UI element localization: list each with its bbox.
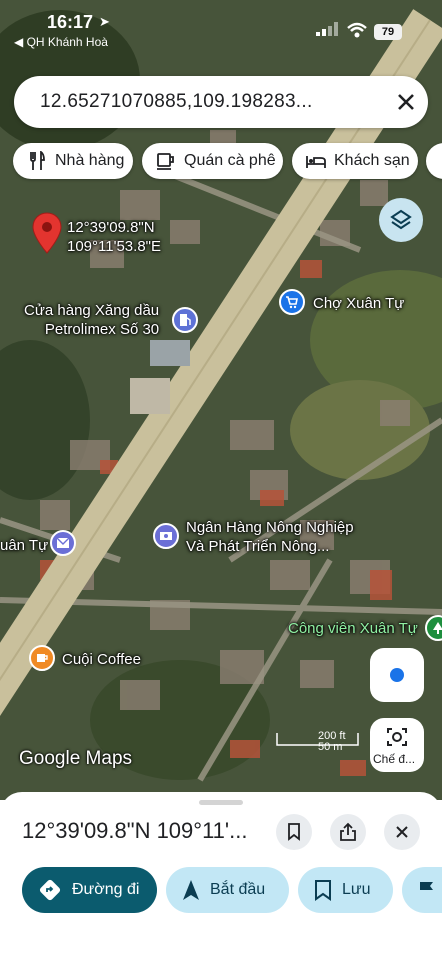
google-maps-logo: Google Maps [19,748,133,769]
navigation-arrow-icon [183,880,199,900]
chip-more[interactable] [426,143,442,179]
bookmark-icon [288,823,300,841]
search-bar[interactable]: 12.65271070885,109.198283... [14,76,428,128]
back-to-app-link[interactable]: ◀ QH Khánh Hoà [14,35,108,49]
chip-cafes[interactable]: Quán cà phê [142,143,283,179]
gas-station-icon[interactable] [172,307,198,333]
place-label-bank[interactable]: Ngân Hàng Nông Nghiệp Và Phát Triển Nông… [186,518,354,556]
search-input[interactable]: 12.65271070885,109.198283... [40,91,313,113]
status-bar: 16:17 ➤ ◀ QH Khánh Hoà 79 [0,0,442,56]
chip-label: Khách sạn [334,152,410,169]
place-bottom-sheet[interactable]: 12°39'09.8"N 109°11'... Đường đi Bắt đầu… [0,792,442,960]
start-label: Bắt đầu [210,881,266,898]
bookmark-icon [315,880,331,901]
category-chips: Nhà hàng Quán cà phê Khách sạn [0,143,442,181]
bed-icon [306,156,326,168]
place-title: 12°39'09.8"N 109°11'... [22,818,248,843]
my-location-button[interactable] [370,648,424,702]
location-arrow-icon: ➤ [99,14,110,29]
share-button[interactable] [330,814,366,850]
place-label-gas-station[interactable]: Cửa hàng Xăng dầu Petrolimex Số 30 [24,301,159,339]
shopping-cart-icon[interactable] [279,289,305,315]
mail-icon[interactable] [50,530,76,556]
clock: 16:17 [47,12,94,32]
layers-icon [390,209,412,230]
directions-label: Đường đi [72,881,140,898]
chip-hotels[interactable]: Khách sạn [292,143,418,179]
lens-label: Chế đ... [373,752,416,766]
fork-knife-icon [30,151,45,170]
pin-lng-text: 109°11'53.8"E [67,238,161,255]
chip-label: Nhà hàng [55,152,125,169]
dropped-pin-icon[interactable] [32,212,62,254]
pin-coordinates-label: 12°39'09.8"N 109°11'53.8"E [67,218,161,256]
close-icon [396,826,408,838]
bank-icon[interactable] [153,523,179,549]
flag-icon [420,882,433,899]
signal-icon [316,22,338,36]
place-label-market[interactable]: Chợ Xuân Tự [313,294,404,313]
coffee-icon[interactable] [29,645,55,671]
camera-lens-icon [387,728,407,746]
save-label: Lưu [342,881,371,898]
scale-bar: 200 ft 50 m [276,730,360,753]
place-label-post[interactable]: uân Tự [0,536,48,555]
more-actions-button[interactable] [402,867,442,913]
directions-icon [39,879,61,901]
coffee-cup-icon [157,153,174,170]
save-bookmark-button[interactable] [276,814,312,850]
place-label-park[interactable]: Công viên Xuân Tự [288,619,418,638]
close-sheet-button[interactable] [384,814,420,850]
scale-label: 200 ft 50 m [318,730,346,753]
layers-button[interactable] [379,198,423,242]
battery-icon: 79 [374,24,402,40]
start-button[interactable]: Bắt đầu [166,867,289,913]
directions-button[interactable]: Đường đi [22,867,157,913]
map-view[interactable]: 16:17 ➤ ◀ QH Khánh Hoà 79 12.65271070885… [0,0,442,800]
place-label-cafe[interactable]: Cuội Coffee [62,650,141,669]
chip-restaurants[interactable]: Nhà hàng [13,143,133,179]
wifi-icon [347,22,367,38]
close-icon[interactable] [392,88,420,116]
my-location-icon [390,668,404,682]
save-button[interactable]: Lưu [298,867,393,913]
share-icon [340,822,356,841]
pin-lat-text: 12°39'09.8"N [67,219,155,236]
chip-label: Quán cà phê [184,152,276,169]
lens-button[interactable]: Chế đ... [370,718,424,772]
sheet-grabber[interactable] [199,800,243,805]
